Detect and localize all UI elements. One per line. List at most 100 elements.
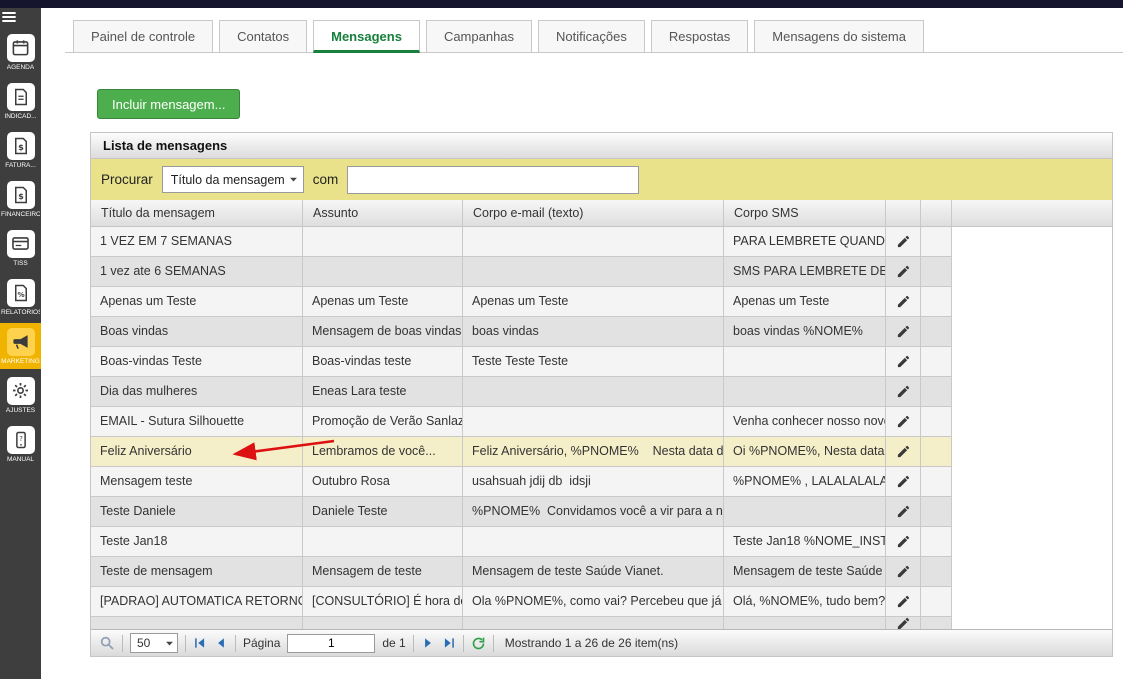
edit-row-button[interactable] xyxy=(886,617,921,629)
sidebar-item-relat-rios[interactable]: %RELATÓRIOS xyxy=(0,274,41,320)
next-page-icon[interactable] xyxy=(421,636,435,650)
cell-extra xyxy=(921,347,952,376)
hamburger-menu-icon[interactable] xyxy=(0,11,18,24)
cell-extra xyxy=(921,407,952,436)
edit-row-button[interactable] xyxy=(886,527,921,556)
table-row[interactable]: Teste Jan18Teste Jan18 %NOME_INST% xyxy=(91,527,952,557)
tab-mensagens-do-sistema[interactable]: Mensagens do sistema xyxy=(754,20,924,53)
cell-titulo: Boas-vindas Teste xyxy=(91,347,303,376)
search-field-selected-value: Título da mensagem xyxy=(171,173,285,187)
edit-row-button[interactable] xyxy=(886,377,921,406)
prev-page-icon[interactable] xyxy=(214,636,228,650)
edit-row-button[interactable] xyxy=(886,317,921,346)
table-row[interactable]: Apenas um TesteApenas um TesteApenas um … xyxy=(91,287,952,317)
tab-campanhas[interactable]: Campanhas xyxy=(426,20,532,53)
table-row[interactable]: Mensagem testeOutubro Rosausahsuah jdij … xyxy=(91,467,952,497)
edit-row-button[interactable] xyxy=(886,257,921,286)
sidebar-item-tiss[interactable]: TISS xyxy=(0,225,41,271)
column-header-t-tulo-da-mensagem[interactable]: Título da mensagem xyxy=(91,200,303,226)
card-icon xyxy=(7,230,35,258)
sidebar-item-indicad[interactable]: INDICAD... xyxy=(0,78,41,124)
table-row[interactable]: EMAIL - Sutura SilhouettePromoção de Ver… xyxy=(91,407,952,437)
sidebar-item-fatura[interactable]: $FATURA... xyxy=(0,127,41,173)
edit-pencil-icon xyxy=(896,324,911,339)
sidebar-item-label: MARKETING xyxy=(1,358,40,365)
edit-row-button[interactable] xyxy=(886,467,921,496)
edit-pencil-icon xyxy=(896,234,911,249)
cell-corpo-email: Feliz Aniversário, %PNOME% Nesta data d xyxy=(463,437,724,466)
cell-corpo-email: Apenas um Teste xyxy=(463,287,724,316)
table-row[interactable]: Boas vindasMensagem de boas vindasboas v… xyxy=(91,317,952,347)
table-row[interactable] xyxy=(91,617,952,629)
cell-assunto: Lembramos de você... xyxy=(303,437,463,466)
edit-row-button[interactable] xyxy=(886,587,921,616)
add-message-button[interactable]: Incluir mensagem... xyxy=(97,89,240,119)
cell-assunto: Outubro Rosa xyxy=(303,467,463,496)
sidebar-item-financeiro[interactable]: $FINANCEIRO xyxy=(0,176,41,222)
search-input[interactable] xyxy=(347,166,639,194)
table-row[interactable]: Feliz AniversárioLembramos de você...Fel… xyxy=(91,437,952,467)
chevron-down-icon xyxy=(165,639,174,648)
edit-row-button[interactable] xyxy=(886,227,921,256)
cell-corpo-email xyxy=(463,407,724,436)
cell-extra xyxy=(921,377,952,406)
divider xyxy=(463,635,464,652)
column-header-assunto[interactable]: Assunto xyxy=(303,200,463,226)
cell-corpo-sms: Mensagem de teste Saúde xyxy=(724,557,886,586)
edit-row-button[interactable] xyxy=(886,557,921,586)
edit-pencil-icon xyxy=(896,354,911,369)
cell-corpo-sms: Apenas um Teste xyxy=(724,287,886,316)
messages-panel: Lista de mensagens Procurar Título da me… xyxy=(90,132,1113,657)
pagination-bar: 50 Página de 1 Mostrando 1 a 26 de 26 it… xyxy=(91,629,1112,656)
magnifier-icon[interactable] xyxy=(99,635,115,651)
cell-corpo-email xyxy=(463,527,724,556)
tab-notifica-es[interactable]: Notificações xyxy=(538,20,645,53)
tab-respostas[interactable]: Respostas xyxy=(651,20,748,53)
edit-row-button[interactable] xyxy=(886,407,921,436)
sidebar-item-manual[interactable]: ?MANUAL xyxy=(0,421,41,467)
megaphone-icon xyxy=(7,328,35,356)
page-size-select[interactable]: 50 xyxy=(130,633,178,653)
cell-assunto xyxy=(303,617,463,629)
edit-row-button[interactable] xyxy=(886,497,921,526)
sidebar-item-ajustes[interactable]: AJUSTES xyxy=(0,372,41,418)
sidebar-item-agenda[interactable]: AGENDA xyxy=(0,29,41,75)
table-row[interactable]: Boas-vindas TesteBoas-vindas testeTeste … xyxy=(91,347,952,377)
last-page-icon[interactable] xyxy=(442,636,456,650)
cell-assunto: Promoção de Verão Sanlazz xyxy=(303,407,463,436)
tab-mensagens[interactable]: Mensagens xyxy=(313,20,420,53)
table-row[interactable]: Dia das mulheresEneas Lara teste xyxy=(91,377,952,407)
manual-phone-icon: ? xyxy=(7,426,35,454)
table-row[interactable]: 1 vez ate 6 SEMANASSMS PARA LEMBRETE DE … xyxy=(91,257,952,287)
cell-corpo-email: %PNOME% Convidamos você a vir para a no xyxy=(463,497,724,526)
sidebar-item-label: AGENDA xyxy=(7,64,34,71)
cell-corpo-email xyxy=(463,257,724,286)
column-header-corpo-sms[interactable]: Corpo SMS xyxy=(724,200,886,226)
search-connector-label: com xyxy=(313,172,339,187)
search-field-select[interactable]: Título da mensagem xyxy=(162,166,304,193)
cell-corpo-sms xyxy=(724,617,886,629)
cell-assunto: Mensagem de teste xyxy=(303,557,463,586)
table-row[interactable]: Teste DanieleDaniele Teste%PNOME% Convid… xyxy=(91,497,952,527)
sidebar-item-marketing[interactable]: MARKETING xyxy=(0,323,41,369)
table-row[interactable]: Teste de mensagemMensagem de teste Mensag… xyxy=(91,557,952,587)
edit-row-button[interactable] xyxy=(886,287,921,316)
cell-titulo: Teste Daniele xyxy=(91,497,303,526)
edit-row-button[interactable] xyxy=(886,347,921,376)
table-row[interactable]: 1 VEZ EM 7 SEMANASPARA LEMBRETE QUANDO xyxy=(91,227,952,257)
first-page-icon[interactable] xyxy=(193,636,207,650)
tab-contatos[interactable]: Contatos xyxy=(219,20,307,53)
sidebar: AGENDA INDICAD...$FATURA...$FINANCEIROTIS… xyxy=(0,0,41,679)
cell-titulo: Teste de mensagem xyxy=(91,557,303,586)
edit-pencil-icon xyxy=(896,534,911,549)
refresh-icon[interactable] xyxy=(471,636,486,651)
table-row[interactable]: [PADRAO] AUTOMATICA RETORNO[CONSULTÓRIO]… xyxy=(91,587,952,617)
page-input[interactable] xyxy=(287,634,375,653)
cell-assunto xyxy=(303,527,463,556)
edit-row-button[interactable] xyxy=(886,437,921,466)
column-header-corpo-e-mail-texto[interactable]: Corpo e-mail (texto) xyxy=(463,200,724,226)
cell-extra xyxy=(921,617,952,629)
tab-painel-de-controle[interactable]: Painel de controle xyxy=(73,20,213,53)
cell-extra xyxy=(921,587,952,616)
report-percent-icon: % xyxy=(7,279,35,307)
